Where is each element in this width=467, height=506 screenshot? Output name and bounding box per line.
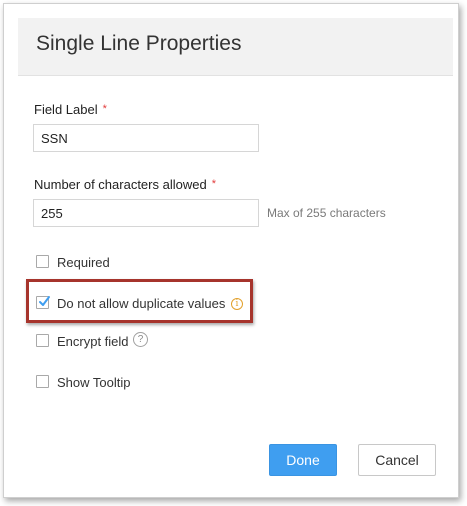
field-label-text: Field Label [34,102,98,117]
no-duplicates-label: Do not allow duplicate values [57,296,226,311]
help-icon[interactable]: ? [133,332,148,347]
dialog-title: Single Line Properties [36,32,242,55]
properties-dialog: Single Line Properties [3,3,459,498]
required-star: * [102,103,107,115]
required-checkbox[interactable] [36,255,49,268]
char-limit-heading: Number of characters allowed * [34,177,216,192]
char-limit-hint: Max of 255 characters [267,206,386,220]
field-label-heading: Field Label * [34,102,107,117]
tooltip-label: Show Tooltip [57,375,131,390]
no-duplicates-checkbox[interactable] [36,296,50,309]
checkmark-icon [39,296,50,306]
char-limit-input[interactable] [33,199,259,227]
cancel-button[interactable]: Cancel [358,444,436,476]
tooltip-checkbox[interactable] [36,375,49,388]
dialog-header: Single Line Properties [18,18,453,76]
done-button[interactable]: Done [269,444,337,476]
encrypt-label: Encrypt field [57,334,129,349]
required-label: Required [57,255,110,270]
encrypt-checkbox[interactable] [36,334,49,347]
field-label-input[interactable] [33,124,259,152]
info-icon[interactable]: i [231,298,243,310]
char-limit-text: Number of characters allowed [34,177,207,192]
required-star: * [211,178,216,190]
